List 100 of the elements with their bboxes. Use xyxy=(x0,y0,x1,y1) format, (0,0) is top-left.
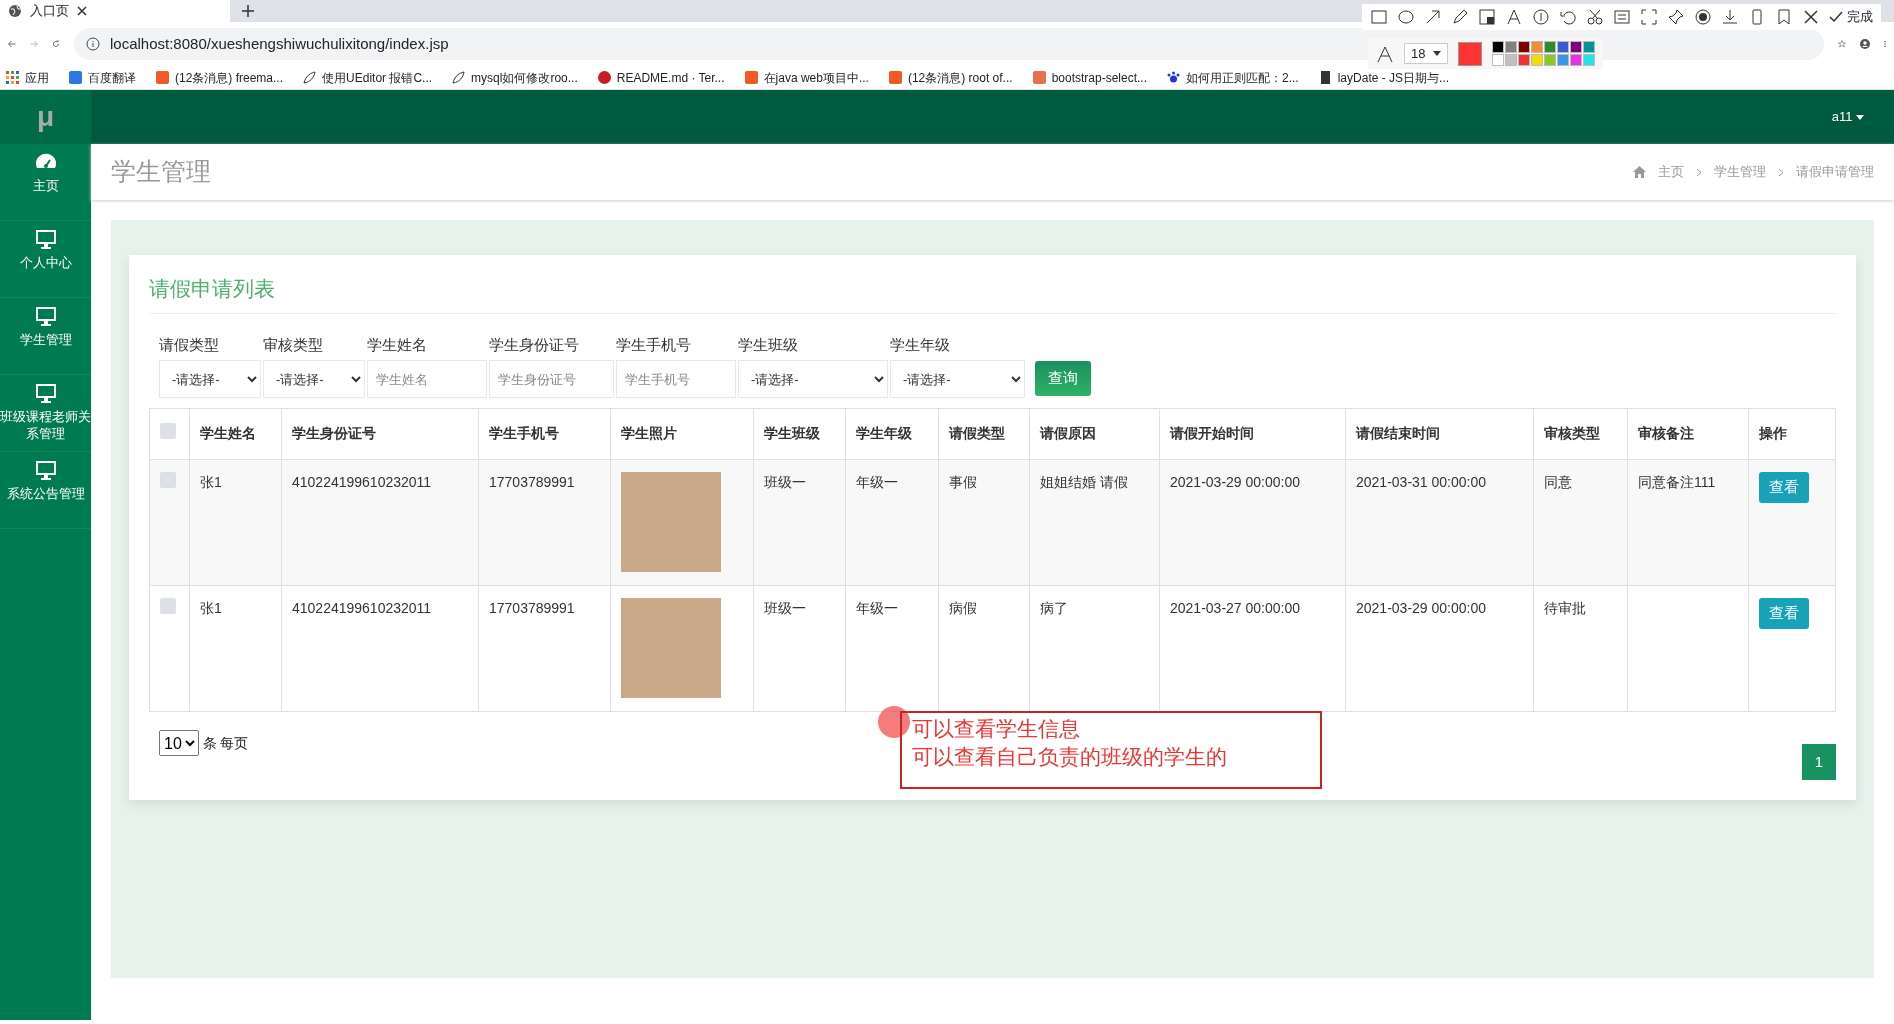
grid-icon xyxy=(6,71,19,84)
input-field[interactable]: 学生身份证号 xyxy=(489,360,614,398)
input-field[interactable]: 学生手机号 xyxy=(616,360,736,398)
bookmark[interactable]: bootstrap-select... xyxy=(1032,68,1147,87)
color-swatch[interactable] xyxy=(1492,54,1505,66)
number-icon[interactable] xyxy=(1532,7,1550,26)
font-icon xyxy=(1376,44,1394,63)
color-swatch[interactable] xyxy=(1583,54,1596,66)
bookmark[interactable]: (12条消息) freema... xyxy=(156,68,284,87)
filter-label: 审核类型 xyxy=(263,334,324,355)
filter-label: 学生姓名 xyxy=(367,334,428,355)
checkbox[interactable] xyxy=(160,472,176,488)
select-field[interactable]: -请选择- xyxy=(263,360,365,398)
column-header: 学生手机号 xyxy=(478,408,611,460)
card-title: 请假申请列表 xyxy=(149,273,1836,314)
letter-c-icon xyxy=(744,71,758,84)
select-field[interactable]: -请选择- xyxy=(738,360,888,398)
color-swatch[interactable] xyxy=(1505,54,1518,66)
filter-label: 学生班级 xyxy=(738,334,799,355)
info-icon xyxy=(86,37,100,51)
monitor-icon xyxy=(34,383,57,403)
color-swatch[interactable] xyxy=(1557,41,1570,53)
pin-icon[interactable] xyxy=(1667,7,1685,26)
color-swatch[interactable] xyxy=(1583,41,1596,53)
bookmark[interactable]: 使用UEditor 报错C... xyxy=(303,68,433,87)
filter-label: 学生身份证号 xyxy=(489,334,580,355)
column-header: 学生身份证号 xyxy=(281,408,479,460)
table-cell: 410224199610232011 xyxy=(281,585,479,712)
chevron-icon xyxy=(1696,167,1702,177)
arrow-icon[interactable] xyxy=(1424,7,1442,26)
page-size-select[interactable]: 10 xyxy=(159,730,199,756)
bookmark[interactable]: (12条消息) root of... xyxy=(888,68,1013,87)
bookmark[interactable]: README.md · Ter... xyxy=(597,68,725,87)
close-icon[interactable] xyxy=(1802,7,1820,26)
color-swatch[interactable] xyxy=(1505,41,1518,53)
record-icon[interactable] xyxy=(1694,7,1712,26)
page-button[interactable]: 1 xyxy=(1802,744,1836,780)
user-menu[interactable]: a11 xyxy=(1831,107,1864,127)
expand-icon[interactable] xyxy=(1640,7,1658,26)
scissors-icon[interactable] xyxy=(1586,7,1604,26)
color-swatch[interactable] xyxy=(1531,41,1544,53)
color-swatch[interactable] xyxy=(1544,41,1557,53)
bookmark-icon[interactable] xyxy=(1775,7,1793,26)
bookmark[interactable]: 应用 xyxy=(6,68,49,87)
color-swatch[interactable] xyxy=(1544,54,1557,66)
logo: μ xyxy=(0,90,91,144)
color-swatch[interactable] xyxy=(1518,54,1531,66)
color-swatch[interactable] xyxy=(1570,54,1583,66)
filter-label: 学生手机号 xyxy=(616,334,692,355)
sidebar-item[interactable]: 系统公告管理 xyxy=(0,452,91,529)
table-cell: 同意 xyxy=(1533,459,1628,586)
color-swatch[interactable] xyxy=(1518,41,1531,53)
bookmark-tile-icon xyxy=(1032,71,1046,84)
sidebar-item[interactable]: 班级课程老师关系管理 xyxy=(0,375,91,452)
done-button[interactable]: 完成 xyxy=(1829,7,1873,27)
color-swatch[interactable] xyxy=(1531,54,1544,66)
select-field[interactable]: -请选择- xyxy=(890,360,1025,398)
ellipse-icon[interactable] xyxy=(1397,7,1415,26)
table-cell: 待审批 xyxy=(1533,585,1628,712)
bookmark[interactable]: 百度翻译 xyxy=(69,68,136,87)
chevron-icon xyxy=(1778,167,1784,177)
mosaic-icon[interactable] xyxy=(1478,7,1496,26)
download-icon[interactable] xyxy=(1721,7,1739,26)
plus-icon[interactable] xyxy=(242,5,254,17)
caret-icon xyxy=(1856,114,1864,120)
close-icon[interactable] xyxy=(77,6,87,16)
leaf-icon xyxy=(452,71,466,84)
bookmark[interactable]: 在java web项目中... xyxy=(744,68,869,87)
sidebar-item[interactable]: 学生管理 xyxy=(0,298,91,375)
input-field[interactable]: 学生姓名 xyxy=(367,360,487,398)
sidebar-item[interactable]: 个人中心 xyxy=(0,221,91,298)
rectangle-icon[interactable] xyxy=(1370,7,1388,26)
breadcrumb-item: 请假申请管理 xyxy=(1796,163,1874,182)
table-cell: 17703789991 xyxy=(478,459,611,586)
monitor-icon xyxy=(34,229,57,249)
table-cell: 事假 xyxy=(938,459,1030,586)
leaf-icon xyxy=(303,71,317,84)
bookmark[interactable]: 如何用正则匹配：2... xyxy=(1167,68,1299,87)
color-swatch[interactable] xyxy=(1570,41,1583,53)
bookmark[interactable]: layDate - JS日期与... xyxy=(1318,68,1450,87)
table-cell: 2021-03-31 00:00:00 xyxy=(1345,459,1534,586)
select-field[interactable]: -请选择- xyxy=(159,360,261,398)
gitee-icon xyxy=(597,71,611,84)
ocr-icon[interactable] xyxy=(1613,7,1631,26)
column-header: 审核类型 xyxy=(1533,408,1628,460)
color-swatch[interactable] xyxy=(1557,54,1570,66)
browser-tab[interactable]: 入口页 xyxy=(0,0,230,22)
color-swatch[interactable] xyxy=(1492,41,1505,53)
document-icon xyxy=(1318,71,1332,84)
current-color-swatch[interactable] xyxy=(1458,41,1483,66)
font-size-select[interactable]: 18 xyxy=(1404,42,1449,65)
column-header: 学生照片 xyxy=(610,408,754,460)
pencil-icon[interactable] xyxy=(1451,7,1469,26)
bookmark[interactable]: mysql如何修改roo... xyxy=(452,68,578,87)
text-tool-icon[interactable] xyxy=(1505,7,1523,26)
column-header: 学生班级 xyxy=(753,408,846,460)
caret-icon xyxy=(1433,51,1442,56)
table-cell: 班级一 xyxy=(753,459,846,586)
checkbox[interactable] xyxy=(160,423,176,439)
checkbox[interactable] xyxy=(160,598,176,614)
